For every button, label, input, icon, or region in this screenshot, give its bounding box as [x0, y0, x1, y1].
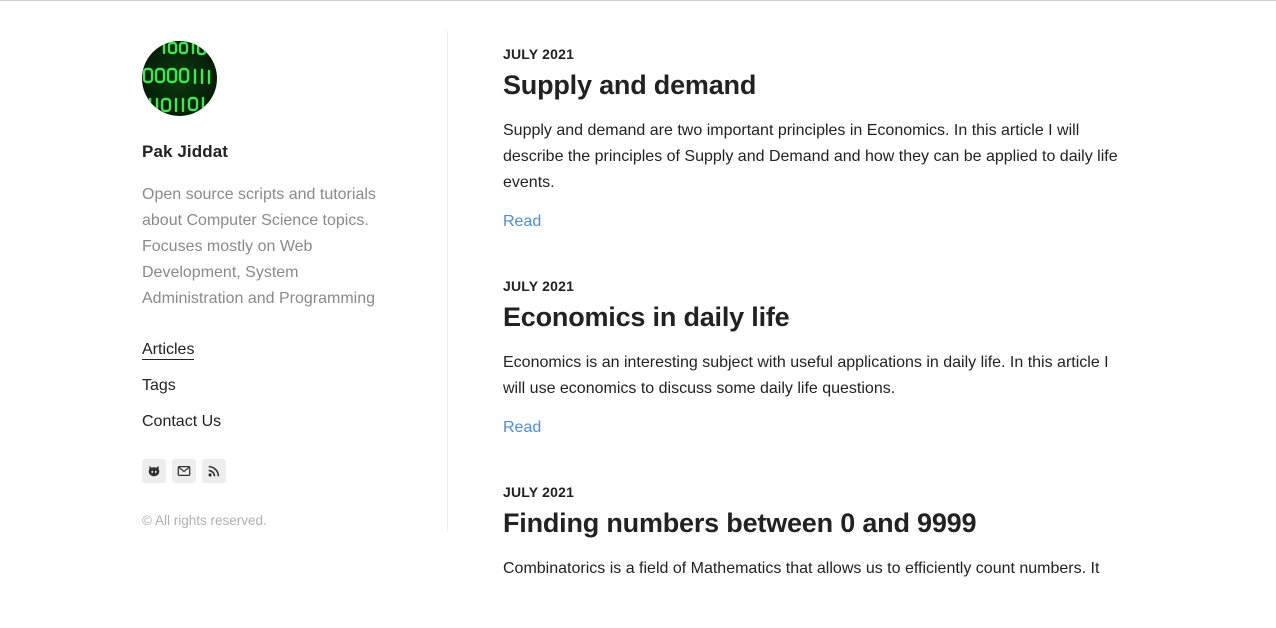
rss-icon: [208, 465, 220, 477]
nav-contact-us[interactable]: Contact Us: [142, 413, 402, 449]
author-bio: Open source scripts and tutorials about …: [142, 186, 376, 307]
email-button[interactable]: [172, 459, 196, 483]
sidebar: Pak Jiddat Open source scripts and tutor…: [142, 41, 402, 528]
nav-articles-label: Articles: [142, 341, 195, 360]
avatar[interactable]: [142, 41, 217, 116]
article-list: JULY 2021 Supply and demand Supply and d…: [503, 45, 1123, 628]
read-link[interactable]: Read: [503, 419, 541, 437]
post-date: JULY 2021: [503, 278, 575, 294]
post-excerpt: Economics is an interesting subject with…: [503, 354, 1109, 397]
post-excerpt: Supply and demand are two important prin…: [503, 122, 1118, 191]
post-title[interactable]: Economics in daily life: [503, 301, 1123, 333]
post-title[interactable]: Supply and demand: [503, 69, 1123, 101]
post-item: JULY 2021 Supply and demand Supply and d…: [503, 45, 1123, 231]
main-nav: Articles Tags Contact Us: [142, 341, 402, 449]
github-icon: [148, 465, 160, 477]
nav-tags-label: Tags: [142, 377, 176, 394]
post-date: JULY 2021: [503, 484, 575, 500]
top-border: [0, 0, 1276, 1]
post-excerpt: Combinatorics is a field of Mathematics …: [503, 560, 1100, 577]
binary-code-avatar-icon: [142, 41, 211, 113]
post-item: JULY 2021 Economics in daily life Econom…: [503, 277, 1123, 437]
nav-contact-label: Contact Us: [142, 413, 222, 430]
nav-tags[interactable]: Tags: [142, 377, 402, 413]
author-name[interactable]: Pak Jiddat: [142, 142, 402, 162]
sidebar-divider: [447, 31, 448, 531]
email-icon: [177, 466, 191, 476]
nav-articles[interactable]: Articles: [142, 341, 402, 377]
read-link[interactable]: Read: [503, 213, 541, 231]
rss-button[interactable]: [202, 459, 226, 483]
copyright: © All rights reserved.: [142, 513, 267, 528]
post-item: JULY 2021 Finding numbers between 0 and …: [503, 483, 1123, 582]
github-button[interactable]: [142, 459, 166, 483]
post-date: JULY 2021: [503, 46, 575, 62]
post-title[interactable]: Finding numbers between 0 and 9999: [503, 507, 1123, 539]
social-links: [142, 459, 402, 483]
